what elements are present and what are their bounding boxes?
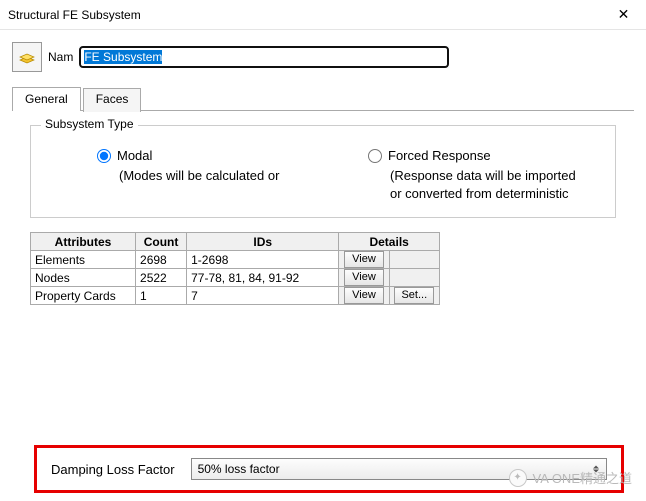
dlf-dropdown[interactable]: 50% loss factor (191, 458, 607, 480)
radio-modal-desc: (Modes will be calculated or (97, 167, 308, 185)
cell-ids: 1-2698 (187, 251, 339, 269)
cell-ids: 7 (187, 287, 339, 305)
radio-modal-label: Modal (117, 148, 152, 163)
view-button[interactable]: View (344, 287, 384, 304)
table-row: Nodes252277-78, 81, 84, 91-92 View (31, 269, 440, 287)
tab-strip: General Faces Subsystem Type Modal (Mode… (0, 86, 646, 309)
subsystem-type-legend: Subsystem Type (41, 117, 138, 131)
cell-action: View (339, 269, 389, 287)
col-attributes: Attributes (31, 233, 136, 251)
col-ids: IDs (187, 233, 339, 251)
name-input[interactable] (79, 46, 449, 68)
name-label: Nam (48, 50, 73, 64)
tab-content-general: Subsystem Type Modal (Modes will be calc… (12, 111, 634, 309)
view-button[interactable]: View (344, 251, 384, 268)
radio-modal-input[interactable] (97, 149, 111, 163)
table-row: Elements26981-2698 View (31, 251, 440, 269)
tab-faces[interactable]: Faces (83, 88, 142, 112)
titlebar: Structural FE Subsystem ✕ (0, 0, 646, 30)
damping-loss-factor-row: Damping Loss Factor 50% loss factor (34, 445, 624, 493)
cell-count: 2698 (136, 251, 187, 269)
col-details: Details (339, 233, 440, 251)
spinner-icon (590, 466, 602, 473)
radio-forced-response-label: Forced Response (388, 148, 491, 163)
dlf-value: 50% loss factor (198, 462, 280, 476)
close-button[interactable]: ✕ (601, 0, 646, 30)
cell-action: View (339, 287, 389, 305)
view-button[interactable]: View (344, 269, 384, 286)
cell-action: View (339, 251, 389, 269)
cell-attr: Property Cards (31, 287, 136, 305)
tab-general[interactable]: General (12, 87, 81, 111)
radio-forced-response[interactable]: Forced Response (368, 148, 579, 163)
radio-modal[interactable]: Modal (97, 148, 308, 163)
set-button[interactable]: Set... (394, 287, 434, 304)
name-row: Nam (0, 30, 646, 80)
cell-count: 2522 (136, 269, 187, 287)
cell-count: 1 (136, 287, 187, 305)
cell-ids: 77-78, 81, 84, 91-92 (187, 269, 339, 287)
subsystem-icon (12, 42, 42, 72)
subsystem-type-group: Subsystem Type Modal (Modes will be calc… (30, 125, 616, 218)
radio-forced-response-desc: (Response data will be imported or conve… (368, 167, 579, 203)
dlf-label: Damping Loss Factor (51, 462, 175, 477)
cell-action: Set... (389, 287, 439, 305)
cell-attr: Nodes (31, 269, 136, 287)
cell-attr: Elements (31, 251, 136, 269)
radio-forced-response-input[interactable] (368, 149, 382, 163)
window-title: Structural FE Subsystem (8, 8, 141, 22)
attributes-table: Attributes Count IDs Details Elements269… (30, 232, 440, 305)
table-row: Property Cards17 View Set... (31, 287, 440, 305)
col-count: Count (136, 233, 187, 251)
